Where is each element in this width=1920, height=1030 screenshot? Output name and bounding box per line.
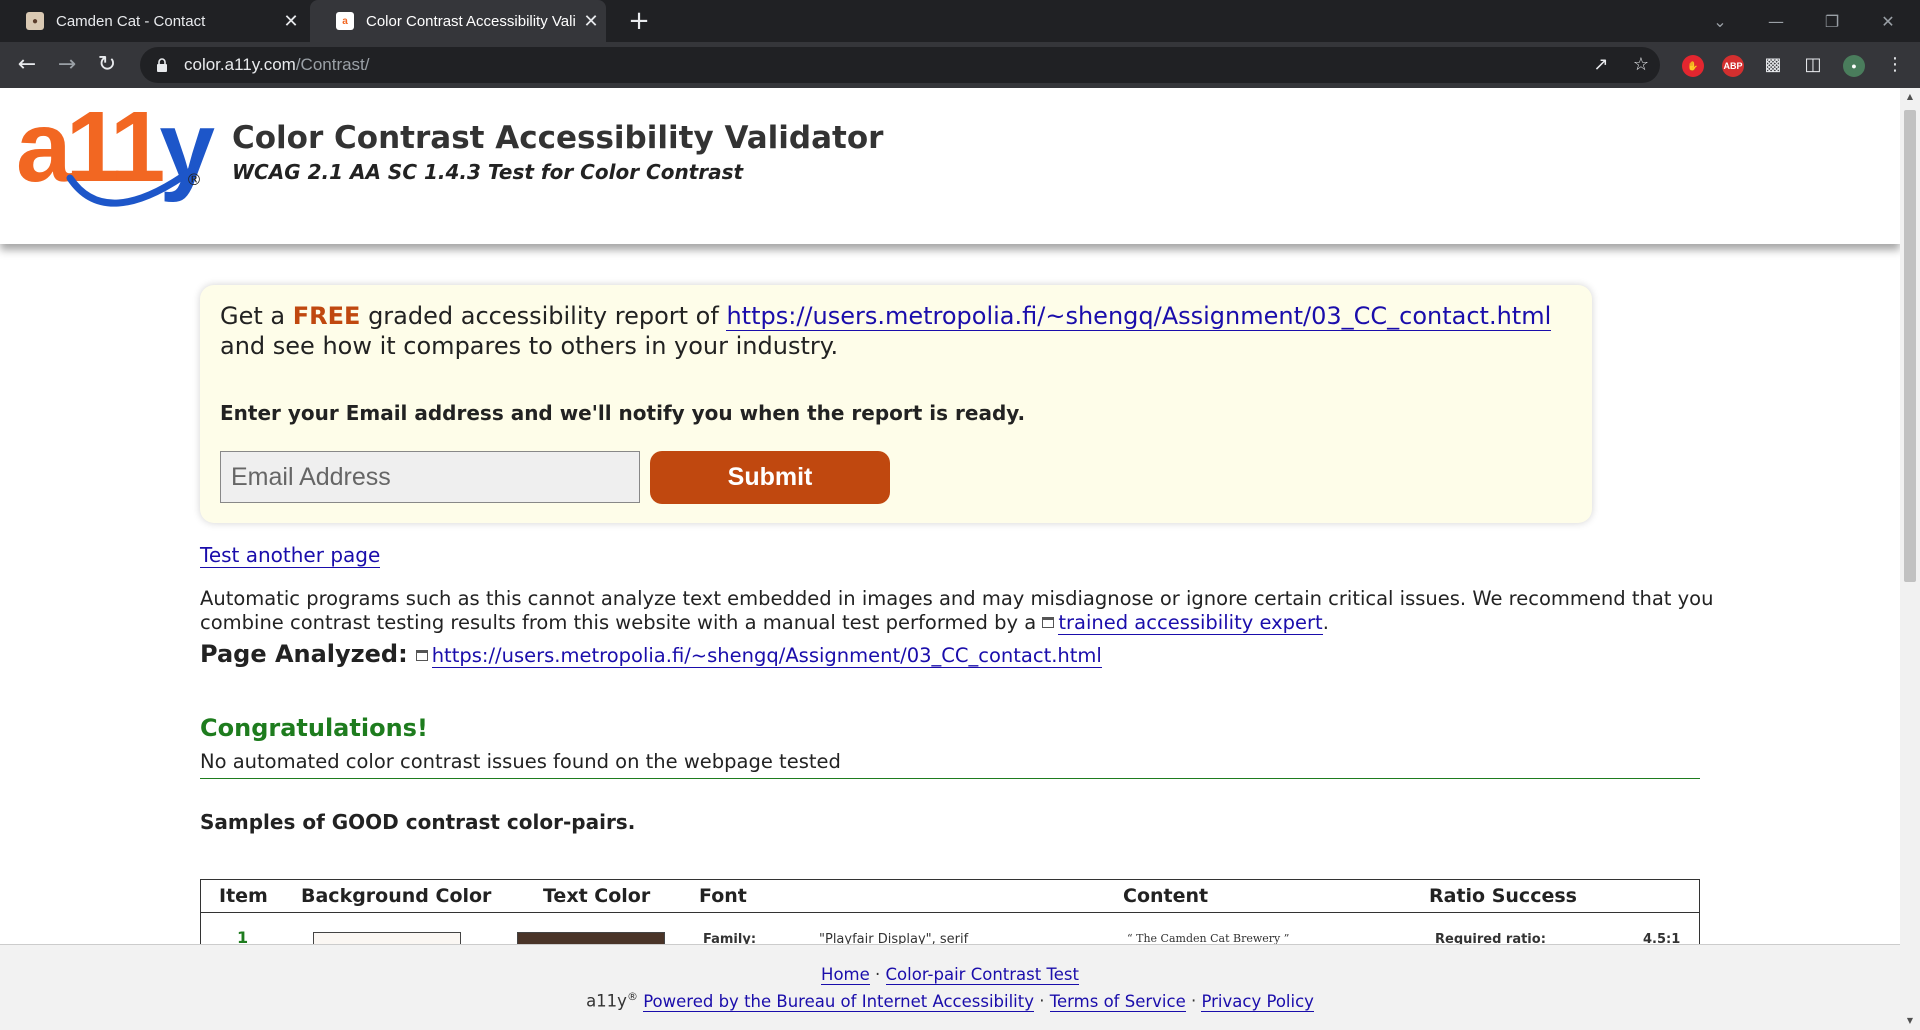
- new-tab-button[interactable]: +: [624, 6, 654, 36]
- header-background-color: Background Color: [301, 885, 492, 907]
- close-icon[interactable]: ✕: [576, 11, 606, 32]
- header-text-color: Text Color: [543, 885, 651, 907]
- footer-powered-link[interactable]: Powered by the Bureau of Internet Access…: [643, 991, 1034, 1012]
- url-path: /Contrast/: [295, 55, 370, 74]
- address-bar[interactable]: color.a11y.com/Contrast/: [140, 47, 1660, 83]
- samples-heading: Samples of GOOD contrast color-pairs.: [200, 810, 636, 834]
- header-item: Item: [219, 885, 268, 907]
- forward-icon[interactable]: →: [52, 50, 82, 80]
- footer-brand-reg: ®: [626, 990, 638, 1003]
- logo-swoosh-icon: [66, 166, 196, 207]
- footer-separator: ·: [1039, 991, 1045, 1011]
- page-subtitle: WCAG 2.1 AA SC 1.4.3 Test for Color Cont…: [232, 160, 744, 184]
- report-url-link[interactable]: https://users.metropolia.fi/~shengq/Assi…: [726, 302, 1552, 331]
- disclaimer-body: Automatic programs such as this cannot a…: [200, 587, 1714, 634]
- extensions-puzzle-icon[interactable]: ▩: [1758, 50, 1788, 80]
- footer-colorpair-link[interactable]: Color-pair Contrast Test: [885, 965, 1079, 985]
- congratulations-heading: Congratulations!: [200, 714, 428, 742]
- reload-icon[interactable]: ↻: [92, 50, 122, 80]
- trained-expert-link[interactable]: trained accessibility expert: [1058, 611, 1323, 635]
- scroll-down-icon[interactable]: ▼: [1900, 1016, 1920, 1025]
- scrollbar-thumb[interactable]: [1904, 110, 1916, 582]
- notify-instructions: Enter your Email address and we'll notif…: [220, 401, 1026, 425]
- promo-compare: and see how it compares to others in you…: [220, 332, 839, 360]
- minimize-icon[interactable]: —: [1748, 0, 1804, 42]
- page-analyzed: Page Analyzed: https://users.metropolia.f…: [200, 640, 1102, 668]
- tab-contrast-validator[interactable]: a Color Contrast Accessibility Valid ✕: [310, 0, 606, 42]
- browser-toolbar: ← → ↻ color.a11y.com/Contrast/ ↗ ☆ ✋ ABP…: [0, 42, 1920, 88]
- browser-tab-bar: ● Camden Cat - Contact ✕ a Color Contras…: [0, 0, 1920, 42]
- tab-title: Camden Cat - Contact: [56, 12, 206, 30]
- cat-favicon-icon: ●: [26, 12, 44, 30]
- close-icon[interactable]: ✕: [276, 11, 306, 32]
- restore-icon[interactable]: ❐: [1804, 0, 1860, 42]
- side-panel-icon[interactable]: ◫: [1798, 50, 1828, 80]
- free-report-promo: Get a FREE graded accessibility report o…: [200, 285, 1592, 523]
- site-footer: Home · Color-pair Contrast Test a11y® Po…: [0, 944, 1900, 1030]
- external-link-icon: [1042, 617, 1055, 628]
- scroll-up-icon[interactable]: ▲: [1900, 92, 1920, 101]
- table-header: Item Background Color Text Color Font Co…: [201, 880, 1699, 913]
- header-font: Font: [699, 885, 747, 907]
- lock-icon: [156, 58, 168, 72]
- footer-brand: a11y: [586, 991, 627, 1011]
- footer-separator: ·: [875, 965, 881, 984]
- window-close-icon[interactable]: ✕: [1860, 0, 1916, 42]
- footer-separator: ·: [1190, 991, 1197, 1011]
- tab-title: Color Contrast Accessibility Valid: [366, 12, 576, 30]
- stop-extension-icon[interactable]: ✋: [1682, 55, 1704, 77]
- header-content: Content: [1123, 885, 1209, 907]
- disclaimer-period: .: [1322, 611, 1329, 634]
- bookmark-star-icon[interactable]: ☆: [1626, 50, 1656, 80]
- footer-legal: a11y® Powered by the Bureau of Internet …: [0, 990, 1900, 1012]
- footer-nav: Home · Color-pair Contrast Test: [0, 965, 1900, 985]
- share-icon[interactable]: ↗: [1586, 50, 1616, 80]
- page-scrollbar[interactable]: ▲ ▼: [1900, 88, 1920, 1030]
- no-issues-text: No automated color contrast issues found…: [200, 750, 841, 773]
- submit-button[interactable]: Submit: [650, 451, 890, 504]
- footer-home-link[interactable]: Home: [821, 965, 870, 985]
- external-link-icon: [415, 650, 428, 661]
- tab-camden-cat[interactable]: ● Camden Cat - Contact ✕: [0, 0, 306, 42]
- disclaimer-text: Automatic programs such as this cannot a…: [200, 587, 1730, 635]
- site-header: a11y ® Color Contrast Accessibility Vali…: [0, 88, 1900, 244]
- header-ratio-success: Ratio Success: [1429, 885, 1577, 907]
- a11y-favicon-icon: a: [336, 12, 354, 30]
- adblock-plus-icon[interactable]: ABP: [1722, 55, 1744, 77]
- back-icon[interactable]: ←: [12, 50, 42, 80]
- logo-registered-mark: ®: [186, 170, 202, 189]
- footer-terms-link[interactable]: Terms of Service: [1049, 991, 1186, 1012]
- page-analyzed-label: Page Analyzed:: [200, 640, 408, 668]
- page-viewport: a11y ® Color Contrast Accessibility Vali…: [0, 88, 1900, 1030]
- test-another-page-link[interactable]: Test another page: [200, 543, 381, 568]
- promo-get-a: Get a: [220, 302, 286, 330]
- section-divider: [200, 778, 1700, 779]
- promo-text: Get a FREE graded accessibility report o…: [220, 301, 1580, 361]
- profile-avatar-icon[interactable]: ●: [1843, 55, 1865, 77]
- promo-graded: graded accessibility report of: [368, 302, 719, 330]
- a11y-logo[interactable]: a11y ®: [16, 92, 215, 214]
- menu-kebab-icon[interactable]: ⋮: [1880, 50, 1910, 80]
- tab-search-icon[interactable]: ⌄: [1692, 0, 1748, 42]
- promo-free: FREE: [292, 302, 361, 330]
- page-title: Color Contrast Accessibility Validator: [232, 120, 884, 156]
- footer-privacy-link[interactable]: Privacy Policy: [1201, 991, 1314, 1012]
- email-input[interactable]: [220, 451, 640, 503]
- page-analyzed-link[interactable]: https://users.metropolia.fi/~shengq/Assi…: [431, 644, 1102, 668]
- url-host: color.a11y.com: [184, 55, 296, 74]
